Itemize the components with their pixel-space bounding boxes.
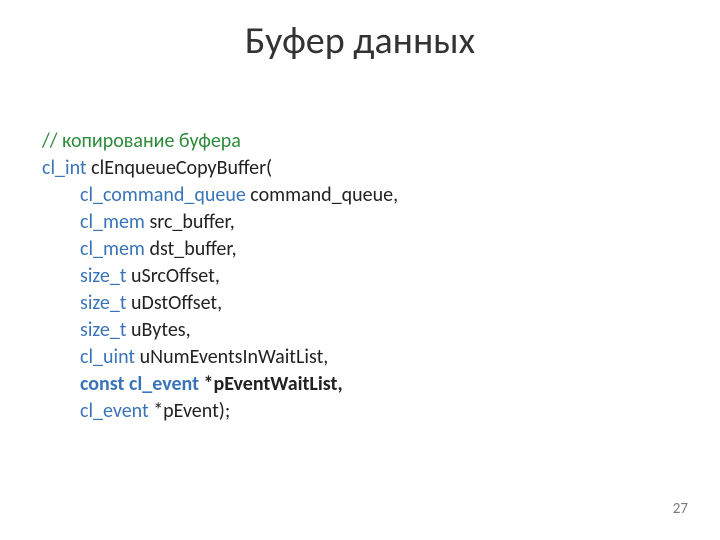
param-name: uSrcOffset, <box>126 264 219 288</box>
param-name: uBytes, <box>126 318 190 342</box>
param-type: size_t <box>80 318 126 342</box>
code-param-bold: const cl_event *pEventWaitList, <box>42 371 398 398</box>
param-name: *pEvent); <box>149 399 231 423</box>
param-type: cl_mem <box>80 210 145 234</box>
code-param: cl_uint uNumEventsInWaitList, <box>42 344 398 371</box>
comment-text: // копирование буфера <box>42 129 241 153</box>
param-type: cl_uint <box>80 345 135 369</box>
code-signature: cl_int clEnqueueCopyBuffer( <box>42 155 398 182</box>
slide: Буфер данных // копирование буфера cl_in… <box>0 0 720 540</box>
param-type: cl_event <box>124 372 203 396</box>
param-name: command_queue, <box>246 183 398 207</box>
param-type: cl_command_queue <box>80 183 246 207</box>
param-type: size_t <box>80 291 126 315</box>
code-param: cl_mem dst_buffer, <box>42 236 398 263</box>
code-param: cl_mem src_buffer, <box>42 209 398 236</box>
code-param: cl_event *pEvent); <box>42 398 398 425</box>
param-type: cl_mem <box>80 237 145 261</box>
code-param: size_t uSrcOffset, <box>42 263 398 290</box>
param-name: src_buffer, <box>145 210 235 234</box>
code-param: size_t uBytes, <box>42 317 398 344</box>
param-name: uDstOffset, <box>126 291 222 315</box>
param-type: size_t <box>80 264 126 288</box>
param-name: uNumEventsInWaitList, <box>135 345 328 369</box>
param-const: const <box>80 372 124 396</box>
param-type: cl_event <box>80 399 149 423</box>
code-param: size_t uDstOffset, <box>42 290 398 317</box>
param-name: *pEventWaitList, <box>204 372 343 396</box>
page-number: 27 <box>673 500 688 518</box>
return-type: cl_int <box>42 156 87 180</box>
code-comment: // копирование буфера <box>42 128 398 155</box>
param-name: dst_buffer, <box>145 237 237 261</box>
code-block: // копирование буфера cl_int clEnqueueCo… <box>42 128 398 425</box>
slide-title: Буфер данных <box>0 0 720 64</box>
function-name: clEnqueueCopyBuffer( <box>87 156 273 180</box>
code-param: cl_command_queue command_queue, <box>42 182 398 209</box>
